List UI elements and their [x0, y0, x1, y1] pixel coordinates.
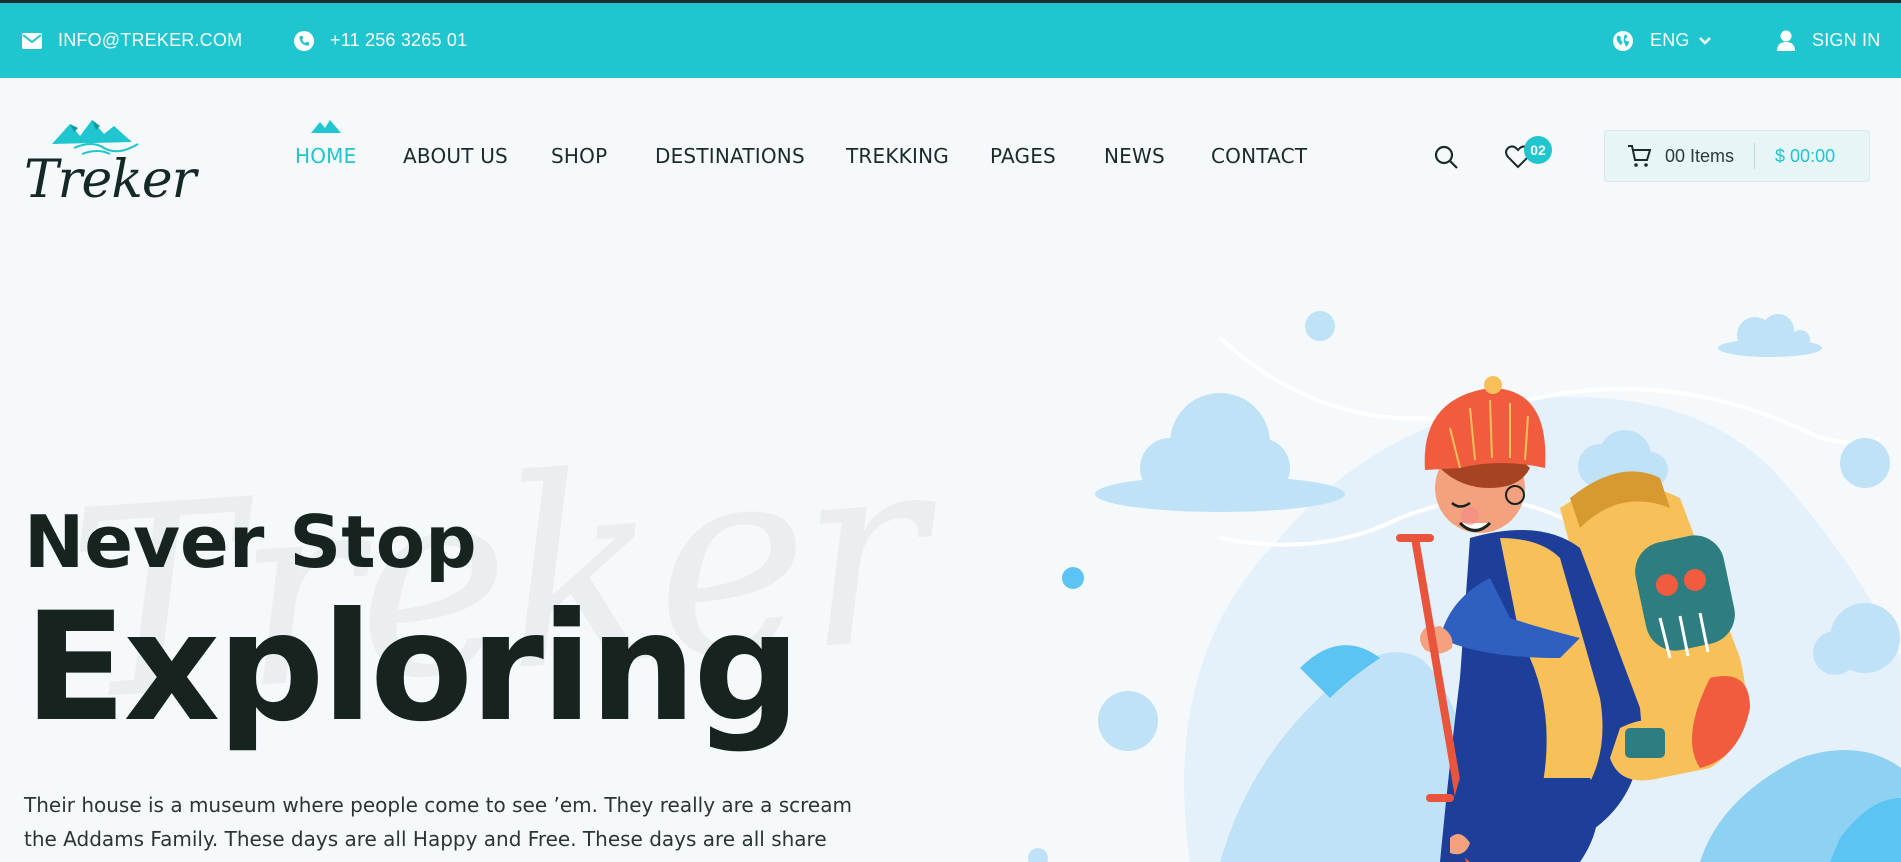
- hero-description: Their house is a museum where people com…: [24, 793, 852, 851]
- hero-section: Treker Never Stop Exploring Their house …: [0, 238, 1901, 862]
- hero-title-line2: Exploring: [24, 581, 801, 755]
- main-header: Treker HOME ABOUT US SHOP DESTINATIONS T…: [0, 78, 1901, 238]
- hiker-illustration: [1028, 311, 1901, 862]
- nav-pages[interactable]: PAGES: [990, 144, 1056, 168]
- email-text: INFO@TREKER.COM: [58, 30, 243, 50]
- nav-home[interactable]: HOME: [295, 144, 356, 168]
- user-icon: [1777, 30, 1795, 51]
- search-icon: [1434, 145, 1458, 169]
- nav-contact[interactable]: CONTACT: [1211, 144, 1307, 168]
- top-info-bar: INFO@TREKER.COM +11 256 3265 01 ENG SIGN…: [0, 3, 1901, 78]
- language-label: ENG: [1650, 30, 1690, 50]
- nav-about-us[interactable]: ABOUT US: [403, 144, 508, 168]
- chevron-down-icon: [1698, 36, 1711, 45]
- nav-news[interactable]: NEWS: [1104, 144, 1165, 168]
- phone-text: +11 256 3265 01: [330, 30, 468, 50]
- cart-total: $ 00:00: [1775, 145, 1836, 166]
- hero-title-line1: Never Stop: [24, 500, 477, 584]
- search-button[interactable]: [1432, 143, 1460, 171]
- site-logo[interactable]: Treker: [22, 114, 196, 210]
- nav-trekking[interactable]: TREKKING: [846, 144, 949, 168]
- cart-icon: [1628, 145, 1651, 167]
- language-selector[interactable]: ENG: [1612, 3, 1728, 78]
- sign-in-link[interactable]: SIGN IN: [1776, 3, 1880, 78]
- mail-icon: [22, 32, 42, 49]
- email-link[interactable]: INFO@TREKER.COM: [22, 3, 242, 78]
- logo-text: Treker: [24, 150, 196, 210]
- phone-icon: [294, 30, 314, 51]
- wishlist-count-badge: 02: [1524, 136, 1552, 164]
- cart-items-count: 00 Items: [1665, 145, 1735, 166]
- cart-divider: [1754, 143, 1756, 169]
- nav-shop[interactable]: SHOP: [551, 144, 607, 168]
- active-nav-mountain-icon: [311, 120, 341, 133]
- phone-link[interactable]: +11 256 3265 01: [294, 3, 467, 78]
- cart-summary[interactable]: 00 Items $ 00:00: [1604, 130, 1870, 182]
- sign-in-text: SIGN IN: [1812, 30, 1881, 50]
- globe-icon: [1613, 30, 1633, 51]
- nav-destinations[interactable]: DESTINATIONS: [655, 144, 805, 168]
